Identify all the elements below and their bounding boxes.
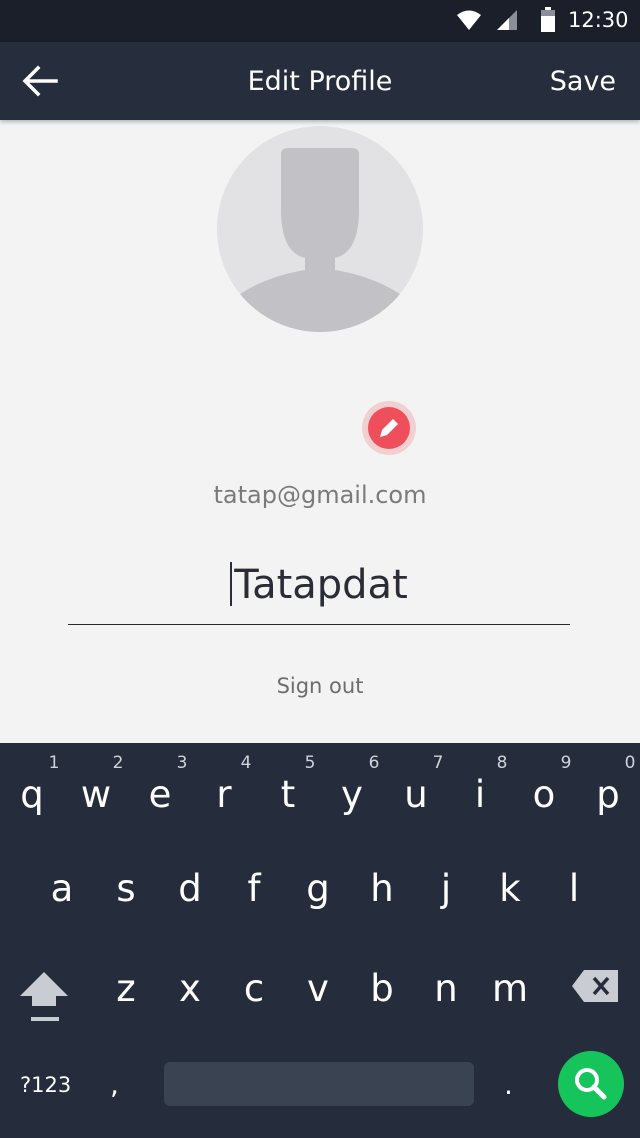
search-button[interactable] — [558, 1051, 624, 1117]
key-label: s — [116, 867, 136, 910]
key-a[interactable]: a — [32, 743, 92, 910]
wifi-icon — [457, 10, 481, 30]
key-label: j — [440, 867, 452, 910]
key-label: k — [499, 867, 521, 910]
email-text: tatap@gmail.com — [213, 481, 427, 509]
signal-icon — [497, 10, 517, 30]
avatar[interactable] — [217, 126, 423, 332]
search-icon — [575, 1068, 607, 1100]
name-input[interactable]: Tatapdat — [68, 555, 570, 625]
text-cursor — [230, 562, 233, 606]
save-button[interactable]: Save — [550, 66, 616, 98]
comma-key[interactable]: , — [110, 1070, 119, 1100]
key-z[interactable]: z — [96, 743, 156, 1010]
key-label: b — [370, 967, 394, 1010]
key-label: g — [306, 867, 330, 910]
avatar-placeholder-icon — [227, 148, 413, 332]
status-time: 12:30 — [568, 8, 629, 32]
edit-avatar-button[interactable] — [362, 401, 416, 455]
app-bar: Edit Profile Save — [0, 42, 640, 120]
backspace-icon[interactable] — [570, 968, 620, 1004]
key-label: l — [568, 867, 580, 910]
sign-out-button[interactable]: Sign out — [0, 672, 640, 700]
shift-icon[interactable] — [16, 968, 72, 1026]
status-bar: 12:30 — [0, 0, 640, 42]
key-label: m — [491, 967, 529, 1010]
pencil-icon — [380, 419, 398, 437]
key-label: f — [247, 867, 261, 910]
key-label: x — [179, 967, 201, 1010]
key-label: v — [307, 967, 329, 1010]
key-label: d — [178, 867, 202, 910]
period-key[interactable]: . — [504, 1070, 513, 1100]
key-label: c — [243, 967, 265, 1010]
key-v[interactable]: v — [288, 743, 348, 1010]
key-c[interactable]: c — [224, 743, 284, 1010]
key-b[interactable]: b — [352, 743, 412, 1010]
battery-icon — [541, 7, 555, 32]
space-key[interactable] — [164, 1062, 474, 1106]
key-x[interactable]: x — [160, 743, 220, 1010]
key-m[interactable]: m — [480, 743, 540, 1010]
key-label: h — [370, 867, 394, 910]
key-label: a — [50, 867, 74, 910]
key-n[interactable]: n — [416, 743, 476, 1010]
key-hint: 0 — [624, 753, 636, 773]
name-value: Tatapdat — [234, 562, 408, 608]
key-label: n — [434, 967, 458, 1010]
key-l[interactable]: l — [544, 743, 604, 910]
key-label: z — [116, 967, 136, 1010]
page-title: Edit Profile — [247, 66, 393, 97]
symbols-key[interactable]: ?123 — [20, 1072, 71, 1098]
